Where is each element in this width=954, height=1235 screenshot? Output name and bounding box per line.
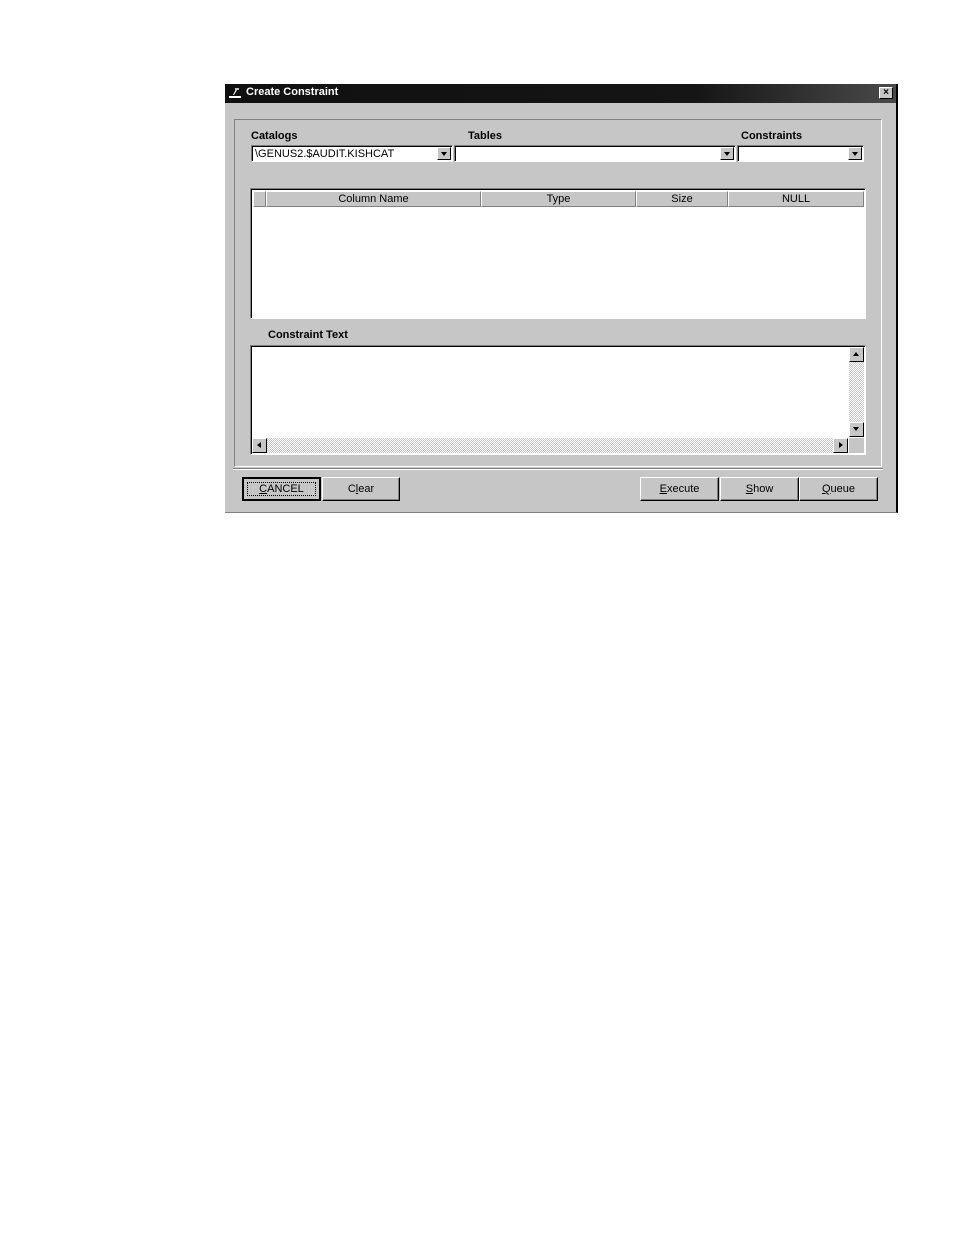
table-header: Column Name Type Size NULL — [253, 191, 864, 207]
horizontal-scrollbar[interactable] — [252, 438, 848, 453]
chevron-down-icon[interactable] — [437, 147, 451, 160]
constraint-text-area[interactable] — [250, 345, 866, 455]
catalogs-label: Catalogs — [251, 130, 298, 142]
chevron-down-icon[interactable] — [720, 147, 734, 160]
scroll-right-button[interactable] — [833, 438, 848, 453]
arrow-up-icon — [853, 352, 859, 356]
tables-label: Tables — [468, 130, 503, 142]
column-header-null[interactable]: NULL — [728, 191, 864, 207]
show-label: how — [753, 483, 774, 495]
columns-table[interactable]: Column Name Type Size NULL — [250, 188, 866, 319]
queue-label: ueue — [830, 483, 856, 495]
catalogs-value: \GENUS2.$AUDIT.KISHCAT — [255, 148, 395, 160]
column-header-column-name[interactable]: Column Name — [266, 191, 481, 207]
clear-button[interactable]: Clear — [322, 477, 400, 501]
arrow-right-icon — [839, 442, 843, 448]
show-button[interactable]: Show — [720, 477, 799, 501]
queue-mnemonic: Q — [821, 483, 831, 495]
arrow-left-icon — [257, 442, 261, 448]
clear-label-start: C — [347, 483, 356, 495]
column-header-size[interactable]: Size — [636, 191, 728, 207]
show-mnemonic: S — [745, 483, 754, 495]
chevron-down-icon[interactable] — [848, 147, 862, 160]
close-icon: × — [883, 87, 889, 98]
column-header-type[interactable]: Type — [481, 191, 636, 207]
execute-label: xecute — [666, 483, 700, 495]
tables-dropdown[interactable] — [454, 145, 736, 162]
window-title: Create Constraint — [246, 86, 339, 98]
constraint-text-label: Constraint Text — [268, 329, 348, 341]
cancel-button[interactable]: CANCEL — [242, 477, 321, 501]
scroll-left-button[interactable] — [252, 438, 267, 453]
scrollbar-corner — [849, 438, 864, 453]
row-selector-header — [253, 191, 266, 207]
bottom-separator — [233, 468, 883, 470]
title-bar[interactable]: Create Constraint × — [225, 84, 896, 103]
arrow-down-icon — [853, 427, 859, 431]
constraints-label: Constraints — [741, 130, 803, 142]
constraints-dropdown[interactable] — [737, 145, 864, 162]
clear-label-end: ear — [358, 483, 375, 495]
scroll-up-button[interactable] — [849, 347, 864, 362]
queue-button[interactable]: Queue — [799, 477, 878, 501]
catalogs-dropdown[interactable]: \GENUS2.$AUDIT.KISHCAT — [251, 145, 453, 162]
execute-button[interactable]: Execute — [640, 477, 719, 501]
close-button[interactable]: × — [879, 87, 893, 99]
scroll-down-button[interactable] — [849, 422, 864, 437]
app-logo-icon — [229, 88, 241, 98]
focus-rect — [247, 482, 316, 496]
execute-mnemonic: E — [659, 483, 667, 495]
